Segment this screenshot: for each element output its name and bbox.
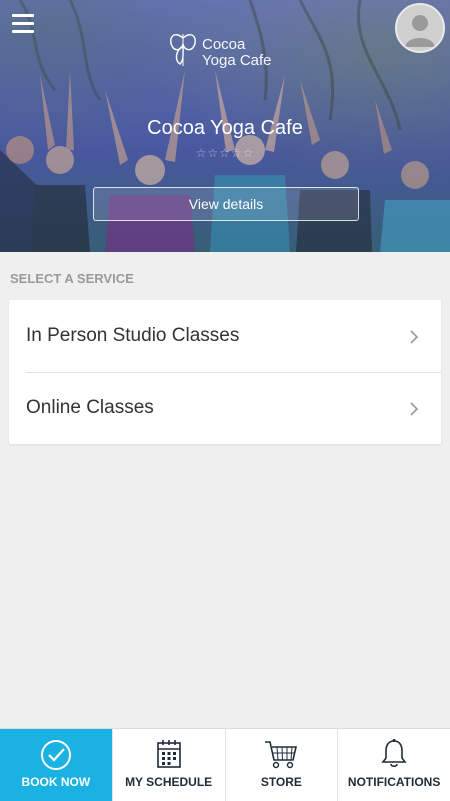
view-details-button[interactable]: View details (93, 187, 359, 221)
butterfly-logo-icon (170, 34, 196, 66)
studio-logo: Cocoa Yoga Cafe (166, 30, 296, 74)
section-title: SELECT A SERVICE (10, 271, 134, 286)
bottom-tab-bar: BOOK NOW MY SCHEDULE STORE NOTIFICATIONS (0, 728, 450, 801)
logo-text-line2: Yoga Cafe (202, 52, 272, 69)
tab-book-now[interactable]: BOOK NOW (0, 729, 112, 801)
tab-label: BOOK NOW (21, 775, 91, 789)
chevron-right-icon (410, 330, 419, 344)
star-icon: ☆ (195, 146, 208, 160)
service-label: Online Classes (26, 397, 154, 418)
tab-store[interactable]: STORE (224, 729, 338, 801)
service-item-in-person[interactable]: In Person Studio Classes (9, 300, 441, 372)
checkmark-circle-icon (40, 740, 71, 770)
studio-name: Cocoa Yoga Cafe (147, 117, 303, 139)
user-avatar-icon[interactable] (395, 3, 445, 53)
chevron-right-icon (410, 402, 419, 416)
service-label: In Person Studio Classes (26, 325, 240, 346)
service-item-online[interactable]: Online Classes (9, 372, 441, 444)
tab-label: MY SCHEDULE (125, 775, 213, 789)
tab-my-schedule[interactable]: MY SCHEDULE (111, 729, 225, 801)
star-icon: ☆ (242, 146, 255, 160)
tab-label: STORE (260, 775, 302, 789)
star-icon: ☆ (207, 146, 220, 160)
service-list: In Person Studio Classes Online Classes (9, 300, 441, 444)
calendar-icon (156, 740, 181, 768)
tab-label: NOTIFICATIONS (347, 775, 441, 789)
tab-notifications[interactable]: NOTIFICATIONS (337, 729, 450, 801)
hamburger-menu-icon[interactable] (12, 14, 34, 34)
logo-text-line1: Cocoa (202, 36, 246, 53)
cart-icon (265, 741, 298, 769)
star-icon: ☆ (230, 146, 243, 160)
star-icon: ☆ (219, 146, 231, 160)
header-banner: Cocoa Yoga Cafe Cocoa Yoga Cafe ☆☆☆☆☆ Vi… (0, 0, 450, 252)
rating-stars: ☆☆☆☆☆ (0, 146, 450, 160)
bell-icon (381, 739, 407, 768)
